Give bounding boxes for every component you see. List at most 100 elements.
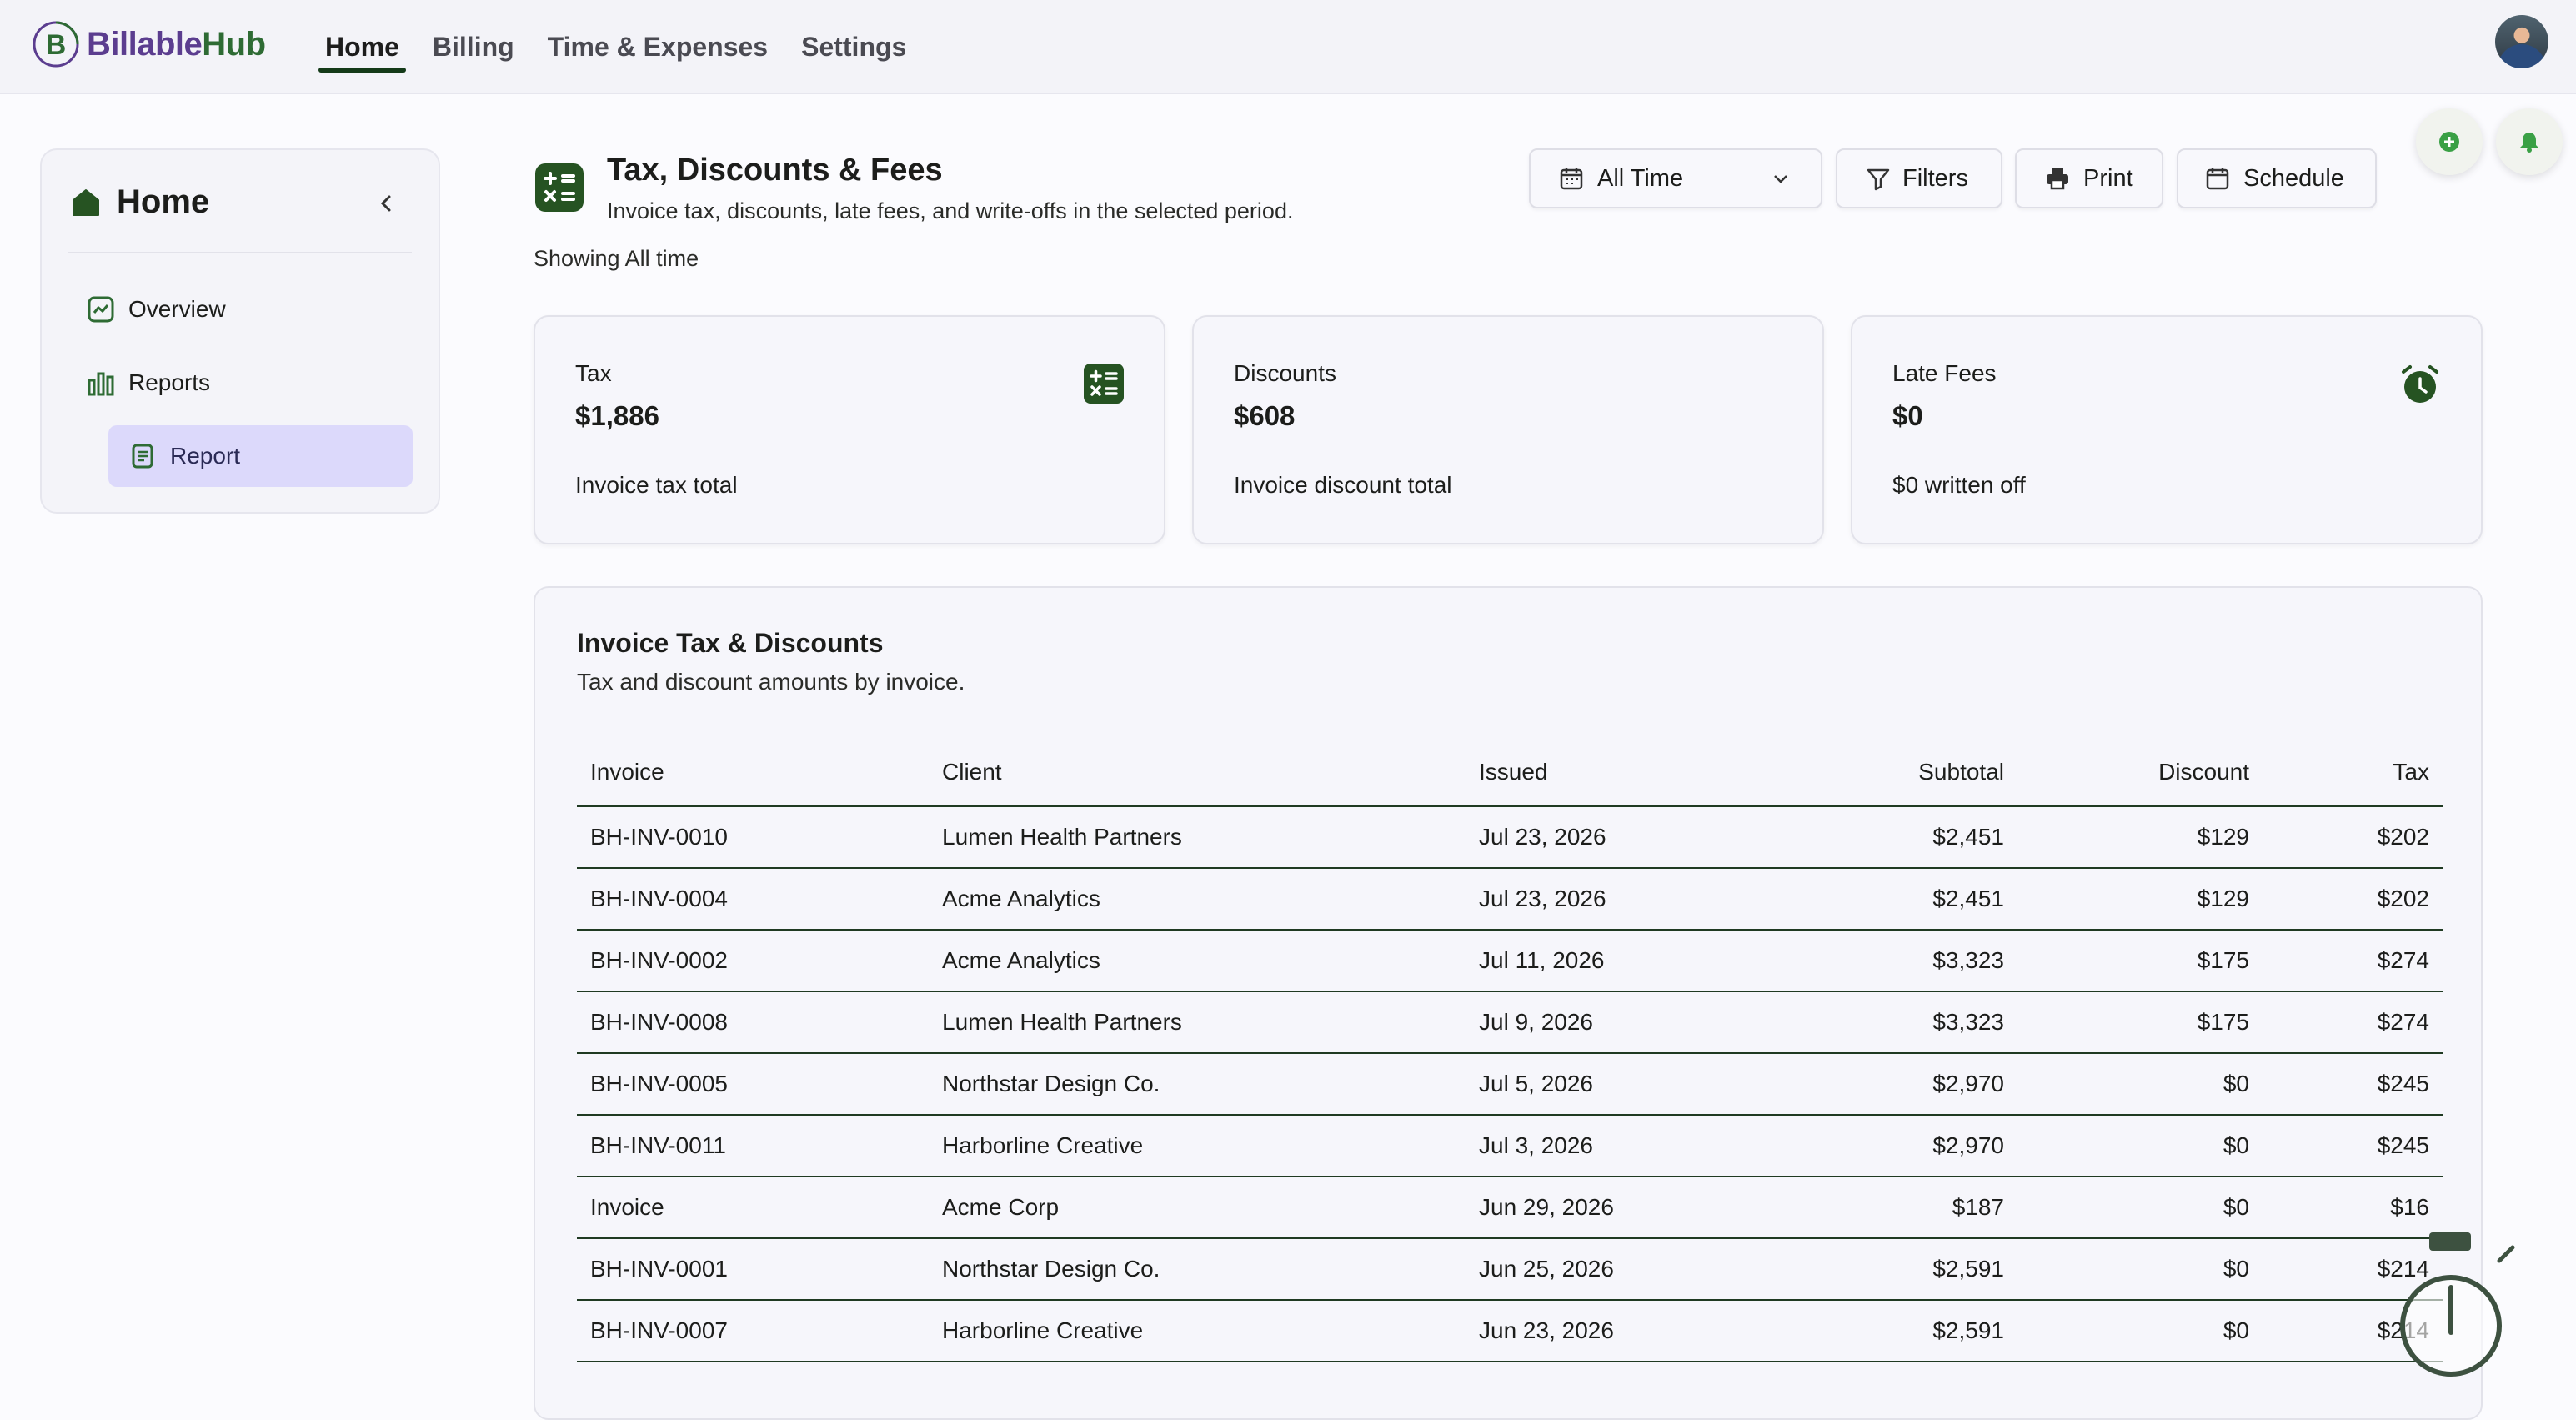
alarm-clock-icon (2402, 365, 2438, 403)
column-header-issued[interactable]: Issued (1466, 738, 1752, 807)
period-select[interactable]: All Time (1529, 148, 1822, 208)
table-row[interactable]: BH-INV-0004 Acme Analytics Jul 23, 2026 … (577, 868, 2443, 931)
sidebar-item-label: Overview (128, 296, 226, 322)
subtotal-cell: $2,451 (1752, 868, 2017, 931)
chart-line-icon (88, 296, 114, 323)
table-row[interactable]: BH-INV-0007 Harborline Creative Jun 23, … (577, 1300, 2443, 1362)
late-fees-card: Late Fees $0 $0 written off (1851, 315, 2483, 544)
card-caption: Invoice tax total (575, 472, 738, 498)
discounts-card: Discounts $608 Invoice discount total (1192, 315, 1824, 544)
user-avatar[interactable] (2495, 15, 2548, 68)
page-title: Tax, Discounts & Fees (607, 153, 943, 188)
client-cell: Lumen Health Partners (929, 806, 1466, 869)
card-value: $1,886 (575, 400, 659, 431)
invoice-cell: BH-INV-0011 (577, 1115, 929, 1177)
app-logo[interactable]: B BillableHub (32, 20, 266, 68)
table-row[interactable]: BH-INV-0008 Lumen Health Partners Jul 9,… (577, 991, 2443, 1054)
subtotal-cell: $2,970 (1752, 1053, 2017, 1116)
nav-billing[interactable]: Billing (433, 0, 514, 94)
invoice-cell: BH-INV-0008 (577, 991, 929, 1054)
stopwatch-icon[interactable] (2394, 1232, 2519, 1382)
issued-cell: Jun 29, 2026 (1466, 1177, 1752, 1239)
table-row[interactable]: BH-INV-0001 Northstar Design Co. Jun 25,… (577, 1238, 2443, 1301)
table-row[interactable]: BH-INV-0011 Harborline Creative Jul 3, 2… (577, 1115, 2443, 1177)
discount-cell: $0 (2017, 1238, 2263, 1301)
schedule-button-label: Schedule (2243, 164, 2344, 192)
discount-cell: $175 (2017, 991, 2263, 1054)
card-label: Tax (575, 360, 612, 386)
tax-card: Tax $1,886 Invoice tax total (534, 315, 1165, 544)
subtotal-cell: $3,323 (1752, 991, 2017, 1054)
card-label: Late Fees (1892, 360, 1997, 386)
subtotal-cell: $2,970 (1752, 1115, 2017, 1177)
nav-time-expenses[interactable]: Time & Expenses (548, 0, 768, 94)
column-header-invoice[interactable]: Invoice (577, 738, 929, 807)
client-cell: Northstar Design Co. (929, 1238, 1466, 1301)
sidebar-divider (68, 252, 412, 253)
invoice-cell: BH-INV-0004 (577, 868, 929, 931)
nav-settings[interactable]: Settings (801, 0, 906, 94)
table-row[interactable]: Invoice Acme Corp Jun 29, 2026 $187 $0 $… (577, 1177, 2443, 1239)
plus-circle-icon (2439, 132, 2459, 152)
column-header-tax[interactable]: Tax (2263, 738, 2443, 807)
logo-mark-letter: B (46, 29, 67, 61)
logo-mark-icon: B (33, 21, 79, 68)
nav-home[interactable]: Home (318, 0, 406, 94)
discount-cell: $0 (2017, 1300, 2263, 1362)
invoice-cell: BH-INV-0005 (577, 1053, 929, 1116)
tax-cell: $16 (2263, 1177, 2443, 1239)
panel-title: Invoice Tax & Discounts (577, 628, 884, 658)
discount-cell: $129 (2017, 806, 2263, 869)
card-caption: $0 written off (1892, 472, 2026, 498)
invoice-cell: BH-INV-0001 (577, 1238, 929, 1301)
notifications-button[interactable] (2496, 108, 2563, 175)
issued-cell: Jun 25, 2026 (1466, 1238, 1752, 1301)
filter-icon (1867, 168, 1890, 191)
period-select-value: All Time (1597, 164, 1684, 192)
bell-icon (2520, 133, 2538, 153)
panel-subtitle: Tax and discount amounts by invoice. (577, 669, 965, 695)
schedule-button[interactable]: Schedule (2177, 148, 2377, 208)
client-cell: Acme Analytics (929, 868, 1466, 931)
tax-cell: $245 (2263, 1115, 2443, 1177)
calendar-icon (1560, 168, 1583, 190)
client-cell: Acme Corp (929, 1177, 1466, 1239)
invoice-cell: BH-INV-0007 (577, 1300, 929, 1362)
subtotal-cell: $2,591 (1752, 1300, 2017, 1362)
print-button-label: Print (2083, 164, 2133, 192)
chevron-left-icon[interactable] (375, 192, 398, 215)
table-row[interactable]: BH-INV-0002 Acme Analytics Jul 11, 2026 … (577, 930, 2443, 992)
sidebar-item-overview[interactable]: Overview (87, 295, 226, 324)
column-header-client[interactable]: Client (929, 738, 1466, 807)
main-nav: Home Billing Time & Expenses Settings (318, 0, 906, 94)
subtotal-cell: $3,323 (1752, 930, 2017, 992)
invoice-table: Invoice Client Issued Subtotal Discount … (577, 738, 2443, 1362)
discount-cell: $0 (2017, 1115, 2263, 1177)
sidebar: Home Overview Reports Report (40, 148, 440, 514)
filters-button[interactable]: Filters (1836, 148, 2002, 208)
card-value: $0 (1892, 400, 1923, 431)
table-header-row: Invoice Client Issued Subtotal Discount … (577, 738, 2443, 807)
sidebar-item-label: Report (170, 443, 241, 469)
table-row[interactable]: BH-INV-0005 Northstar Design Co. Jul 5, … (577, 1053, 2443, 1116)
print-button[interactable]: Print (2015, 148, 2163, 208)
column-header-discount[interactable]: Discount (2017, 738, 2263, 807)
top-navigation-bar: B BillableHub Home Billing Time & Expens… (0, 0, 2576, 94)
tax-cell: $274 (2263, 930, 2443, 992)
issued-cell: Jul 23, 2026 (1466, 868, 1752, 931)
add-button[interactable] (2416, 108, 2483, 175)
invoice-tax-panel: Invoice Tax & Discounts Tax and discount… (534, 586, 2483, 1420)
logo-text: BillableHub (87, 25, 266, 63)
sidebar-title: Home (117, 183, 210, 220)
calculator-icon (535, 163, 584, 212)
tax-cell: $202 (2263, 806, 2443, 869)
table-row[interactable]: BH-INV-0010 Lumen Health Partners Jul 23… (577, 806, 2443, 869)
sidebar-item-report[interactable]: Report (108, 425, 413, 487)
card-caption: Invoice discount total (1234, 472, 1452, 498)
issued-cell: Jul 3, 2026 (1466, 1115, 1752, 1177)
sidebar-item-reports[interactable]: Reports (87, 369, 210, 397)
column-header-subtotal[interactable]: Subtotal (1752, 738, 2017, 807)
client-cell: Harborline Creative (929, 1300, 1466, 1362)
issued-cell: Jun 23, 2026 (1466, 1300, 1752, 1362)
client-cell: Harborline Creative (929, 1115, 1466, 1177)
